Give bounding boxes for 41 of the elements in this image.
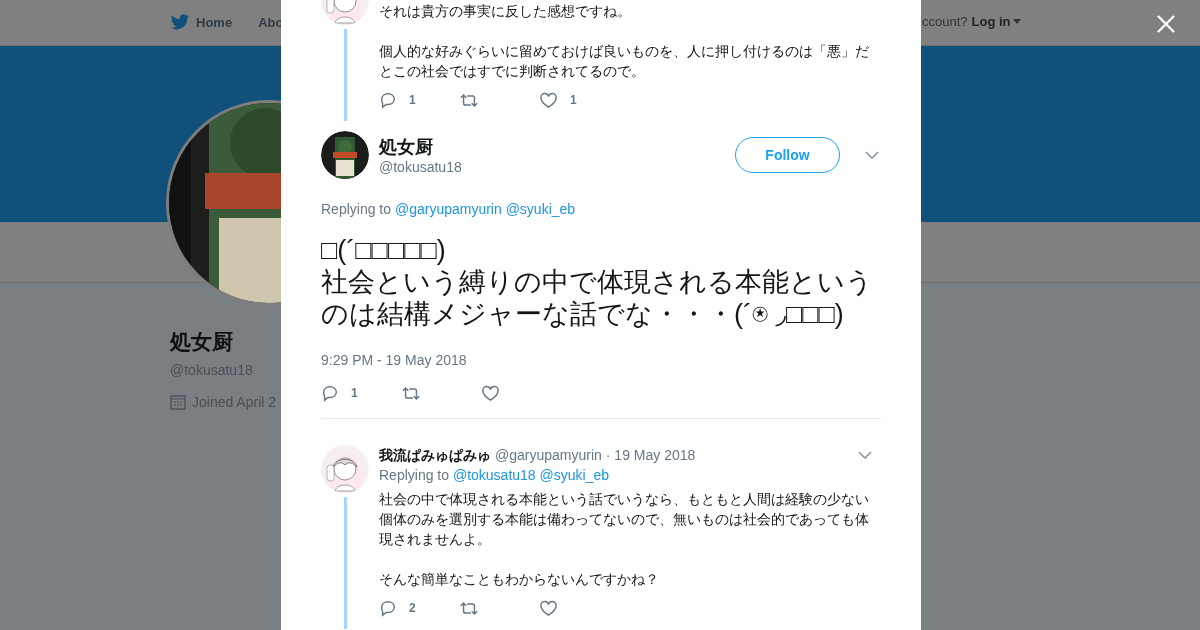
author-name: 我流ぱみゅぱみゅ <box>379 446 491 465</box>
profile-name: 処女厨 <box>170 329 234 355</box>
reply-icon[interactable] <box>379 599 397 617</box>
caret-icon <box>1012 19 1021 24</box>
chevron-icon[interactable] <box>865 150 879 160</box>
tweet-text: □(´□□□□□) 社会という縛りの中で体現される本能というのは結構メジャーな話でな・・・(´⍟ ◞□□□) <box>321 234 874 330</box>
replying-label: Replying to <box>321 201 392 217</box>
retweet-icon[interactable] <box>459 599 479 617</box>
reply-icon[interactable] <box>321 384 339 402</box>
bird-icon <box>170 14 190 31</box>
retweet-icon[interactable] <box>459 91 479 109</box>
timestamp: 9:29 PM - 19 May 2018 <box>321 352 468 368</box>
nav-link[interactable]: Home <box>170 14 233 31</box>
reply-count: 1 <box>409 92 416 109</box>
tweet-text: そんな簡単なこともわからないんですかね？ <box>379 570 660 589</box>
reply-count: 2 <box>409 600 416 617</box>
tweet-text: 社会の中で体現される本能という話でいうなら、もともと人間は経験の少ない個体のみを選別する本能は備わってないので、無いものは社会的であっても体現されませんよ。 <box>379 490 870 549</box>
tweet-date: · 19 May 2018 <box>605 446 697 465</box>
reply-icon[interactable] <box>379 91 397 109</box>
calendar-icon <box>170 394 186 410</box>
author-name: 処女厨 <box>379 136 434 159</box>
heart-icon[interactable] <box>539 91 558 109</box>
follow-button[interactable]: Follow <box>735 137 840 173</box>
login-link[interactable]: Log in <box>971 14 1021 29</box>
mention-link[interactable]: @syuki_eb <box>539 467 609 483</box>
replying-label: Replying to <box>379 467 450 483</box>
mention-link[interactable]: @garyupamyurin <box>394 201 502 217</box>
reply-count: 1 <box>351 386 358 400</box>
like-count: 1 <box>570 92 577 109</box>
tweet-text: 個人的な好みぐらいに留めておけば良いものを、人に押し付けるのは「悪」だとこの社会ではすでに判断されてるので。 <box>379 42 870 81</box>
retweet-icon[interactable] <box>401 384 421 402</box>
author-handle: @garyupamyurin <box>495 446 602 465</box>
mention-link[interactable]: @tokusatu18 <box>452 467 536 483</box>
heart-icon[interactable] <box>539 599 558 617</box>
tweet-text: それは貴方の事実に反した感想ですね。 <box>379 2 632 21</box>
heart-icon[interactable] <box>481 384 500 402</box>
author-handle: @tokusatu18 <box>379 159 463 175</box>
close-icon[interactable] <box>1156 14 1176 34</box>
account-prompt: ccount? <box>922 14 968 29</box>
chevron-icon[interactable] <box>858 450 872 460</box>
mention-link[interactable]: @syuki_eb <box>505 201 576 217</box>
